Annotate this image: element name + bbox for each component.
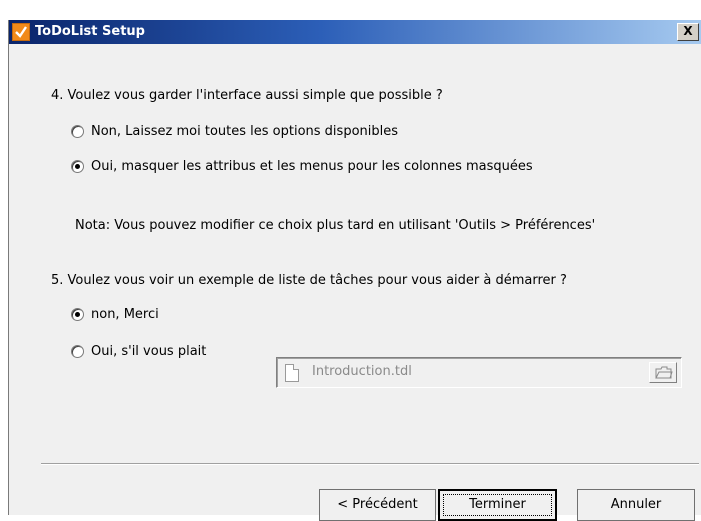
- app-checkmark-icon: [12, 23, 30, 41]
- title-bar: ToDoList Setup X: [9, 20, 701, 44]
- radio-label: non, Merci: [91, 306, 159, 322]
- cancel-button[interactable]: Annuler: [577, 489, 695, 521]
- separator-line: [41, 463, 699, 465]
- radio-option-non-merci[interactable]: non, Merci: [71, 305, 159, 323]
- radio-option-oui-hide-attributes[interactable]: Oui, masquer les attribus et les menus p…: [71, 157, 533, 175]
- example-file-field[interactable]: Introduction.tdl: [276, 357, 682, 388]
- document-icon: [285, 364, 299, 382]
- radio-option-oui-example[interactable]: Oui, s'il vous plait: [71, 342, 206, 360]
- previous-button[interactable]: < Précédent: [319, 489, 436, 521]
- finish-button[interactable]: Terminer: [438, 489, 557, 521]
- radio-label: Oui, s'il vous plait: [91, 343, 207, 359]
- window-title: ToDoList Setup: [35, 24, 145, 39]
- radio-button-selected[interactable]: [71, 307, 84, 321]
- radio-button[interactable]: [71, 344, 84, 358]
- radio-label: Non, Laissez moi toutes les options disp…: [91, 123, 399, 139]
- browse-folder-button[interactable]: [649, 362, 677, 383]
- setup-dialog: ToDoList Setup X 4. Voulez vous garder l…: [8, 20, 701, 521]
- radio-button-selected[interactable]: [71, 159, 84, 173]
- question-5-text: 5. Voulez vous voir un exemple de liste …: [51, 273, 567, 288]
- close-button[interactable]: X: [677, 23, 699, 41]
- file-path-value: Introduction.tdl: [312, 364, 412, 379]
- question-4-text: 4. Voulez vous garder l'interface aussi …: [51, 88, 443, 103]
- folder-icon: [655, 366, 673, 379]
- radio-button[interactable]: [71, 124, 84, 138]
- note-text: Nota: Vous pouvez modifier ce choix plus…: [75, 218, 596, 233]
- radio-option-non-all-options[interactable]: Non, Laissez moi toutes les options disp…: [71, 122, 398, 140]
- radio-label: Oui, masquer les attribus et les menus p…: [91, 158, 533, 174]
